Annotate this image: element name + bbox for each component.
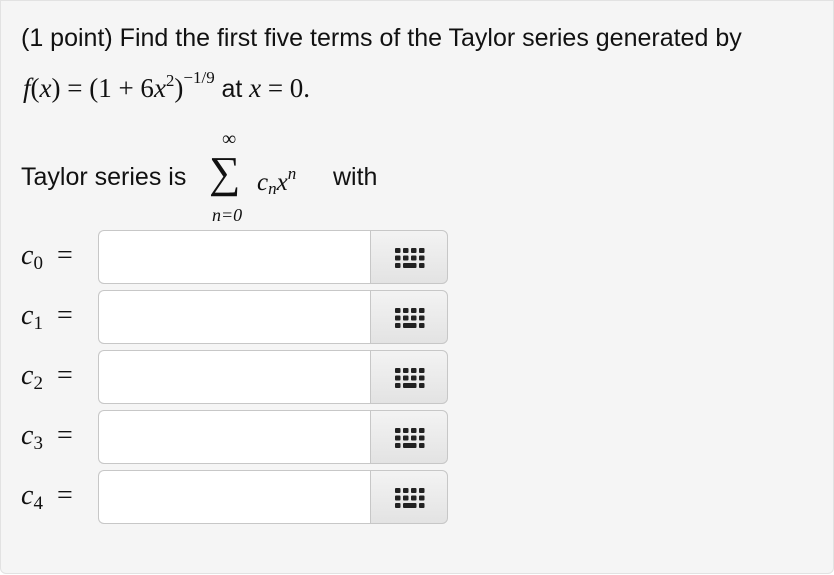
keypad-button-c4[interactable] [370,470,448,524]
keypad-icon [395,368,425,388]
coef-label: c3 = [21,420,73,454]
answer-row-c0: c0 = [1,229,834,285]
keypad-button-c0[interactable] [370,230,448,284]
series-coef-sub: n [268,179,277,198]
series-var: x [276,169,288,196]
keypad-button-c3[interactable] [370,410,448,464]
series-coef: c [257,169,269,196]
point-var: x [249,73,262,103]
sigma-upper-limit: ∞ [222,128,237,150]
keypad-icon [395,308,425,328]
sigma-symbol: ∑ [209,148,241,197]
keypad-icon [395,428,425,448]
series-term: cnxn [257,157,296,206]
answer-row-c3: c3 = [1,409,834,465]
coef-label: c2 = [21,360,73,394]
answer-row-c4: c4 = [1,469,834,525]
keypad-icon [395,248,425,268]
question-prompt: Find the first five terms of the Taylor … [119,24,742,52]
question-text: (1 point) Find the first five terms of t… [21,23,742,53]
function-name: f [23,73,31,103]
answer-input-c4[interactable] [98,470,370,524]
answer-input-c2[interactable] [98,350,370,404]
function-arg: x [39,73,52,103]
answer-row-c2: c2 = [1,349,834,405]
keypad-button-c1[interactable] [370,290,448,344]
keypad-button-c2[interactable] [370,350,448,404]
sigma-lower-limit: n=0 [212,205,243,225]
at-word: at [221,75,243,103]
coef-label: c1 = [21,300,73,334]
question-panel: (1 point) Find the first five terms of t… [0,0,834,574]
keypad-icon [395,488,425,508]
coef-label: c4 = [21,480,73,514]
function-expression: f(x) = (1 + 6x2)−1/9 at x = 0. [23,68,311,103]
function-var: x [153,73,166,103]
function-exponent: −1/9 [183,68,215,87]
coef-label: c0 = [21,240,73,274]
answer-row-c1: c1 = [1,289,834,345]
series-label: Taylor series is [21,163,187,191]
answer-input-c0[interactable] [98,230,370,284]
with-word: with [333,163,378,191]
point-value: = 0. [267,73,311,103]
points-label: (1 point) [21,24,113,52]
series-var-power: n [287,164,297,183]
answer-input-c3[interactable] [98,410,370,464]
function-base: (1 + 6 [89,73,154,103]
answer-input-c1[interactable] [98,290,370,344]
